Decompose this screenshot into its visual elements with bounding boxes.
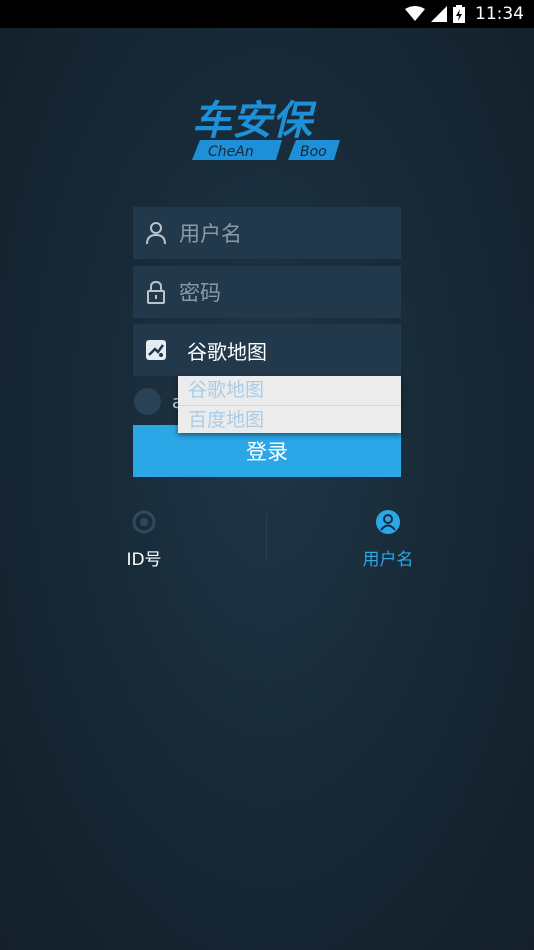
- map-icon: [133, 324, 179, 376]
- tab-username-label: 用户名: [362, 550, 414, 570]
- logo-en-left: CheAn: [208, 144, 254, 160]
- map-dropdown: 谷歌地图 百度地图: [178, 376, 401, 433]
- logo-en-right: Boo: [300, 144, 327, 160]
- map-option-baidu[interactable]: 百度地图: [178, 404, 401, 434]
- remember-checkbox[interactable]: [134, 388, 161, 415]
- lock-icon: [133, 266, 179, 318]
- user-icon: [133, 207, 179, 259]
- status-time: 11:34: [475, 4, 524, 24]
- id-badge-icon: [131, 509, 157, 535]
- username-field[interactable]: 用户名: [133, 207, 401, 259]
- password-field[interactable]: 密码: [133, 266, 401, 318]
- map-option-google[interactable]: 谷歌地图: [178, 376, 401, 405]
- map-select[interactable]: 谷歌地图: [133, 324, 401, 376]
- signal-icon: [431, 6, 447, 22]
- tab-username[interactable]: 用户名: [288, 505, 488, 575]
- battery-icon: [453, 5, 465, 23]
- login-mode-tabs: ID号 用户名: [20, 505, 514, 575]
- wifi-icon: [405, 6, 425, 22]
- tab-id-number[interactable]: ID号: [44, 505, 244, 575]
- status-bar: 11:34: [0, 0, 534, 28]
- logo-cn-text: 车安保: [192, 98, 317, 144]
- password-placeholder: 密码: [179, 281, 221, 305]
- user-circle-icon: [375, 509, 401, 535]
- username-placeholder: 用户名: [179, 222, 242, 246]
- app-logo: 车安保 CheAn Boo: [190, 88, 346, 168]
- map-selected-value: 谷歌地图: [187, 339, 267, 364]
- tab-id-label: ID号: [126, 550, 162, 570]
- tab-divider: [266, 513, 267, 561]
